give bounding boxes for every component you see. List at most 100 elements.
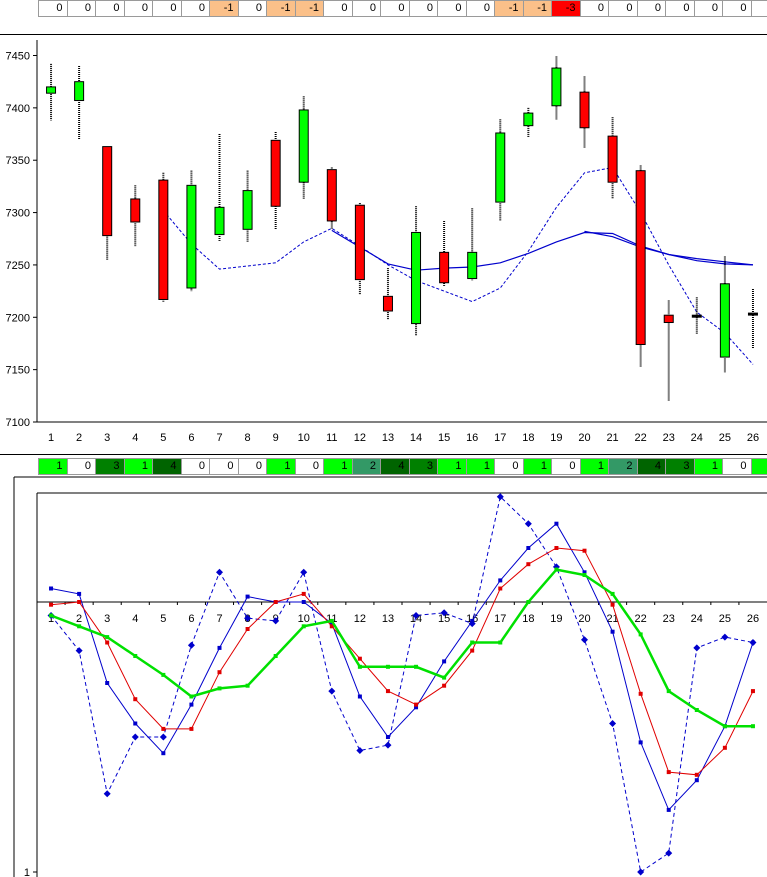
series-point xyxy=(133,654,138,658)
x-tick-label: 26 xyxy=(747,613,759,625)
series-point xyxy=(498,578,503,583)
series-point xyxy=(498,586,503,591)
x-tick-label: 1 xyxy=(48,613,54,625)
series-point xyxy=(47,612,55,619)
series-point xyxy=(722,724,727,729)
series-point xyxy=(245,594,250,599)
series-point xyxy=(356,747,364,754)
x-tick-label: 12 xyxy=(354,432,366,444)
series-point xyxy=(582,548,587,553)
x-tick-label: 9 xyxy=(273,432,279,444)
candle-body xyxy=(495,132,506,203)
signal-cell: 4 xyxy=(380,458,410,475)
series-point xyxy=(273,654,278,658)
series-point xyxy=(329,618,334,623)
signal-cell: 0 xyxy=(494,458,524,475)
signal-cell: 0 xyxy=(66,458,96,475)
series-point xyxy=(442,659,447,664)
series-point xyxy=(189,726,194,731)
series-point xyxy=(526,562,531,567)
x-tick-label: 1 xyxy=(48,432,54,444)
x-tick-label: 15 xyxy=(438,613,450,625)
series-point xyxy=(272,617,280,625)
signal-cell: 1 xyxy=(323,458,353,475)
series-point xyxy=(637,868,645,876)
series-point xyxy=(582,570,587,575)
x-tick-label: 24 xyxy=(691,613,703,625)
series-point xyxy=(526,546,531,550)
series-point xyxy=(189,702,194,707)
series-point xyxy=(75,647,83,655)
signal-cell: 4 xyxy=(636,458,666,475)
series-point xyxy=(103,790,111,798)
candle-body xyxy=(635,170,646,346)
x-tick-label: 14 xyxy=(410,432,422,444)
x-tick-label: 21 xyxy=(606,613,618,625)
candle-body xyxy=(326,169,337,222)
candle-body xyxy=(691,314,702,318)
x-tick-label: 23 xyxy=(663,613,675,625)
x-tick-label: 9 xyxy=(273,613,279,625)
candle-body xyxy=(158,179,169,300)
x-tick-label: 10 xyxy=(298,613,310,625)
x-tick-label: 15 xyxy=(438,432,450,444)
x-tick-label: 3 xyxy=(104,432,110,444)
series-point xyxy=(161,726,166,731)
series-point xyxy=(414,664,419,669)
series-point xyxy=(301,600,306,604)
x-tick-label: 20 xyxy=(578,432,590,444)
x-tick-label: 13 xyxy=(382,432,394,444)
series-point xyxy=(357,656,362,661)
series-point xyxy=(133,721,138,726)
series-point xyxy=(554,521,559,526)
x-tick-label: 6 xyxy=(188,432,194,444)
x-tick-label: 11 xyxy=(326,432,337,444)
series-point xyxy=(385,689,390,694)
series-point xyxy=(414,702,419,707)
series-point xyxy=(554,567,559,572)
x-tick-label: 8 xyxy=(245,613,251,625)
y-tick-label: 7100 xyxy=(6,417,30,429)
series-point xyxy=(498,640,503,645)
x-tick-label: 16 xyxy=(466,432,478,444)
series-point xyxy=(301,591,306,596)
signal-cell: 1 xyxy=(579,458,609,475)
signal-cell: 1 xyxy=(465,458,495,475)
series-point xyxy=(357,694,362,699)
x-tick-label: 4 xyxy=(132,613,138,625)
series-point xyxy=(216,568,223,576)
series-point xyxy=(273,600,278,604)
signal-cell: 0 xyxy=(237,458,267,475)
candle-body xyxy=(354,204,365,281)
series-point xyxy=(189,694,194,699)
series-point xyxy=(721,633,729,641)
signal-cell: 3 xyxy=(665,458,695,475)
signal-cell: 3 xyxy=(95,458,125,475)
series-point xyxy=(385,735,390,739)
series-point xyxy=(329,624,334,629)
series-point xyxy=(666,807,671,812)
candle-body xyxy=(130,198,141,223)
series-point xyxy=(244,614,252,622)
series-point xyxy=(245,627,250,631)
x-tick-label: 2 xyxy=(76,432,82,444)
candle-body xyxy=(663,314,674,324)
series-point xyxy=(468,620,476,628)
candle-body xyxy=(411,231,422,325)
series-point xyxy=(666,689,671,694)
series-point xyxy=(470,618,475,623)
signal-cell: 0 xyxy=(180,458,210,475)
series-point xyxy=(133,697,138,702)
signal-cell: 1 xyxy=(38,458,68,475)
series-point xyxy=(357,664,362,669)
y-tick-label: 1 xyxy=(24,867,30,877)
y-tick-label: 7350 xyxy=(6,155,30,167)
series-point xyxy=(554,546,559,550)
candle-body xyxy=(579,91,590,129)
series-point xyxy=(273,600,278,604)
ma-solid-line xyxy=(331,229,754,271)
series-point xyxy=(328,687,336,695)
signal-cell: 0 xyxy=(209,458,239,475)
series-point xyxy=(385,664,390,669)
series-point xyxy=(638,691,643,696)
